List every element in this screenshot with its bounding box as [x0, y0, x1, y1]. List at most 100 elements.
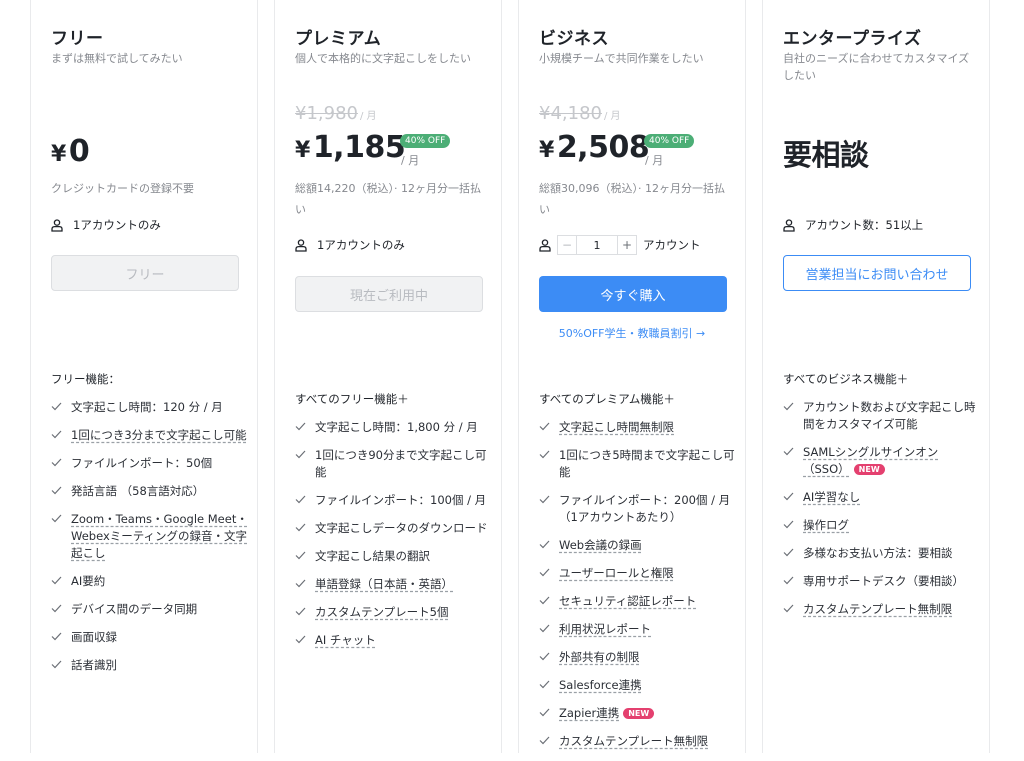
feature-item: 話者識別	[51, 657, 251, 674]
check-icon	[51, 514, 62, 523]
check-icon	[783, 520, 794, 529]
check-icon	[295, 523, 306, 532]
currency-symbol: ¥	[51, 142, 66, 167]
quantity-stepper: − 1 +	[557, 235, 637, 255]
account-info: 1アカウントのみ	[51, 217, 161, 233]
account-text: アカウント	[643, 238, 701, 252]
plan-name: フリー	[51, 29, 104, 49]
check-icon	[51, 576, 62, 585]
feature-item: Salesforce連携	[539, 677, 739, 694]
feature-item: カスタムテンプレート無制限	[783, 601, 979, 618]
student-discount-link[interactable]: 50%OFF学生・教職員割引 →	[519, 325, 745, 341]
new-badge: NEW	[623, 708, 655, 719]
feature-item: 文字起こし時間：1,800 分 / 月	[295, 419, 495, 436]
plan-tagline: まずは無料で試してみたい	[51, 52, 183, 65]
check-icon	[539, 736, 550, 745]
feature-item: 操作ログ	[783, 517, 979, 534]
check-icon	[51, 402, 62, 411]
plan-card-free: フリー まずは無料で試してみたい ¥0 クレジットカードの登録不要 1アカウント…	[30, 0, 258, 753]
check-icon	[295, 607, 306, 616]
account-quantity: − 1 + アカウント	[539, 235, 701, 255]
feature-list: 文字起こし時間：120 分 / 月 1回につき3分まで文字起こし可能 ファイルイ…	[51, 399, 251, 685]
account-info: アカウント数：51以上	[783, 217, 923, 233]
feature-item: AI チャット	[295, 632, 495, 649]
account-info: 1アカウントのみ	[295, 237, 405, 253]
person-icon	[539, 239, 551, 252]
check-icon	[539, 708, 550, 717]
plan-note: 総額14,220（税込）· 12ヶ月分一括払い	[295, 182, 481, 216]
check-icon	[539, 495, 550, 504]
feature-item: Web会議の録画	[539, 537, 739, 554]
feature-item: 1回につき5時間まで文字起こし可能	[539, 447, 739, 481]
feature-list: 文字起こし時間：1,800 分 / 月 1回につき90分まで文字起こし可能 ファ…	[295, 419, 495, 660]
original-price: ¥1,980/ 月	[295, 103, 377, 124]
account-text: アカウント数：51以上	[805, 218, 924, 232]
features-heading: すべてのビジネス機能＋	[783, 372, 909, 386]
check-icon	[51, 458, 62, 467]
check-icon	[539, 422, 550, 431]
person-icon	[51, 219, 63, 232]
increment-button[interactable]: +	[617, 235, 637, 255]
feature-item: 1回につき90分まで文字起こし可能	[295, 447, 495, 481]
feature-item: アカウント数および文字起こし時間をカスタマイズ可能	[783, 399, 979, 433]
quantity-value[interactable]: 1	[577, 235, 617, 255]
current-plan-button[interactable]: 現在ご利用中	[295, 276, 483, 312]
plan-price: ¥0	[51, 134, 90, 169]
features-heading: すべてのフリー機能＋	[295, 392, 409, 406]
feature-item: 画面収録	[51, 629, 251, 646]
plan-note: 総額30,096（税込）· 12ヶ月分一括払い	[539, 182, 725, 216]
account-text: 1アカウントのみ	[317, 238, 405, 252]
feature-item: 外部共有の制限	[539, 649, 739, 666]
feature-item: Zoom・Teams・Google Meet・Webexミーティングの録音・文字…	[51, 511, 251, 562]
feature-item: SAMLシングルサインオン（SSO） NEW	[783, 444, 979, 478]
plan-tagline: 自社のニーズに合わせてカスタマイズしたい	[783, 52, 970, 82]
plan-note: クレジットカードの登録不要	[51, 182, 194, 195]
check-icon	[783, 576, 794, 585]
feature-item: ファイルインポート：100個 / 月	[295, 492, 495, 509]
check-icon	[539, 596, 550, 605]
discount-badge: 40% OFF	[644, 134, 695, 148]
check-icon	[539, 540, 550, 549]
check-icon	[51, 486, 62, 495]
decrement-button[interactable]: −	[557, 235, 577, 255]
check-icon	[295, 579, 306, 588]
feature-item: カスタムテンプレート無制限	[539, 733, 739, 750]
feature-item: AI要約	[51, 573, 251, 590]
check-icon	[295, 495, 306, 504]
feature-item: ファイルインポート：200個 / 月（1アカウントあたり）	[539, 492, 739, 526]
plan-price: ¥2,508	[539, 130, 650, 165]
person-icon	[295, 239, 307, 252]
currency-symbol: ¥	[295, 138, 310, 163]
feature-item: 文字起こし時間：120 分 / 月	[51, 399, 251, 416]
features-heading: フリー機能：	[51, 372, 120, 386]
plan-card-enterprise: エンタープライズ 自社のニーズに合わせてカスタマイズしたい 要相談 アカウント数…	[762, 0, 990, 753]
check-icon	[51, 430, 62, 439]
plan-tagline: 小規模チームで共同作業をしたい	[539, 52, 704, 65]
check-icon	[539, 680, 550, 689]
feature-list: アカウント数および文字起こし時間をカスタマイズ可能 SAMLシングルサインオン（…	[783, 399, 979, 629]
check-icon	[783, 402, 794, 411]
check-icon	[295, 422, 306, 431]
buy-now-button[interactable]: 今すぐ購入	[539, 276, 727, 312]
contact-sales-button[interactable]: 営業担当にお問い合わせ	[783, 255, 971, 291]
feature-item: カスタムテンプレート5個	[295, 604, 495, 621]
free-plan-button[interactable]: フリー	[51, 255, 239, 291]
check-icon	[539, 568, 550, 577]
price-value: 1,185	[312, 130, 406, 165]
feature-item: セキュリティ認証レポート	[539, 593, 739, 610]
feature-item: 単語登録（日本語・英語）	[295, 576, 495, 593]
check-icon	[295, 635, 306, 644]
feature-item: 文字起こし結果の翻訳	[295, 548, 495, 565]
feature-item: ユーザーロールと権限	[539, 565, 739, 582]
check-icon	[51, 660, 62, 669]
plan-name: エンタープライズ	[783, 29, 922, 49]
new-badge: NEW	[853, 464, 885, 475]
plan-tagline: 個人で本格的に文字起こしをしたい	[295, 52, 471, 65]
plan-price: 要相談	[783, 138, 869, 172]
feature-item: デバイス間のデータ同期	[51, 601, 251, 618]
feature-item: AI学習なし	[783, 489, 979, 506]
plan-name: ビジネス	[539, 29, 609, 49]
per-month: / 月	[401, 154, 420, 167]
feature-item: 文字起こし時間無制限	[539, 419, 739, 436]
feature-item: 1回につき3分まで文字起こし可能	[51, 427, 251, 444]
